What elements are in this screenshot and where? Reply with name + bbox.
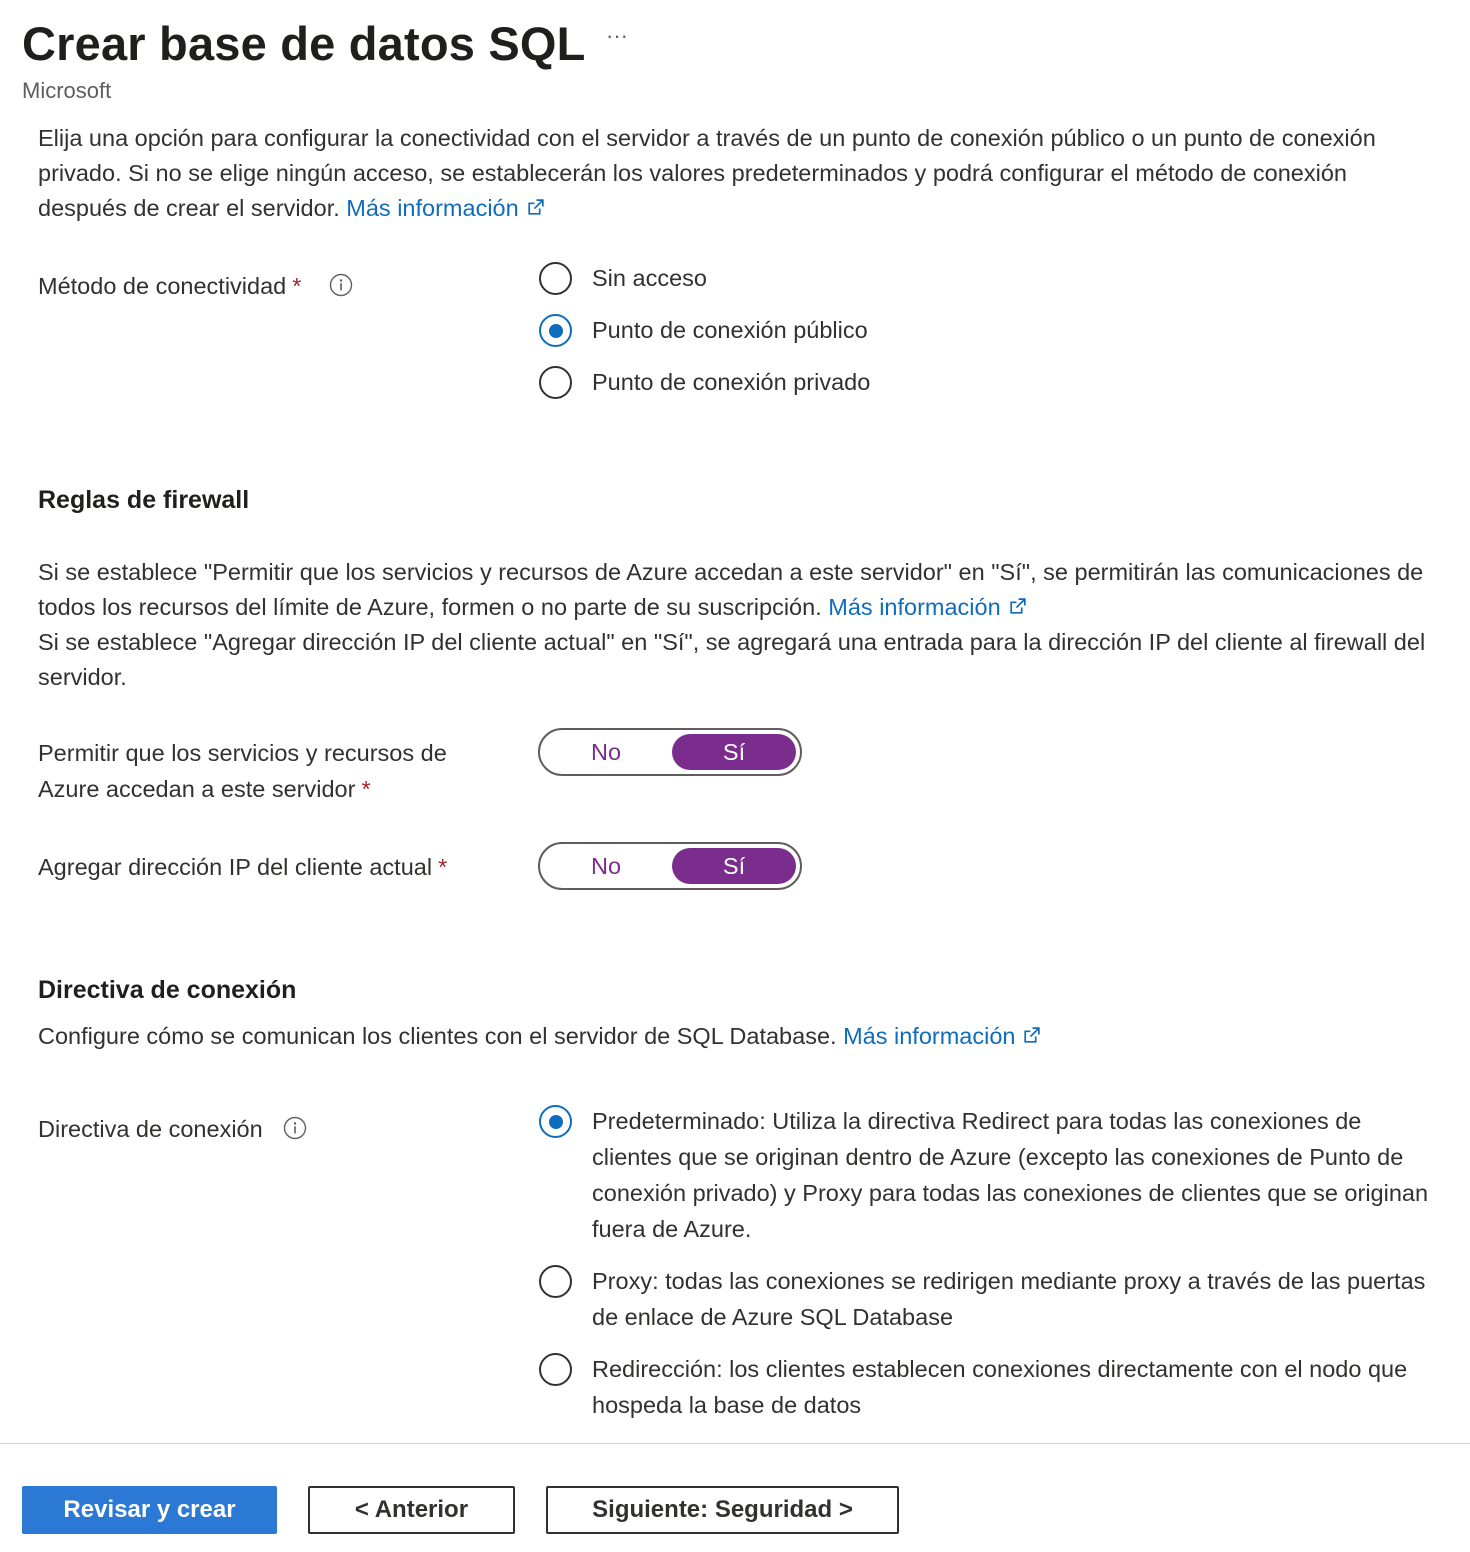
external-link-icon [528, 199, 544, 215]
firewall-learn-more-link[interactable]: Más información [828, 594, 1027, 620]
external-link-icon [1024, 1027, 1041, 1043]
toggle-option-yes[interactable]: Sí [672, 848, 796, 884]
radio-label: Punto de conexión privado [592, 369, 871, 395]
add-client-ip-label: Agregar dirección IP del cliente actual * [38, 849, 447, 885]
firewall-description: Si se establece "Permitir que los servic… [38, 555, 1438, 695]
radio-punto-conexion-publico[interactable]: Punto de conexión público [539, 314, 868, 348]
radio-policy-redirect[interactable]: Redirección: los clientes establecen con… [539, 1353, 1439, 1423]
info-icon[interactable] [283, 1116, 307, 1140]
toggle-option-no[interactable]: No [544, 734, 668, 770]
more-options-button[interactable]: ··· [600, 25, 634, 56]
radio-policy-proxy[interactable]: Proxy: todas las conexiones se redirigen… [539, 1265, 1439, 1335]
firewall-description-text-1: Si se establece "Permitir que los servic… [38, 559, 1424, 620]
toggle-option-no[interactable]: No [544, 848, 668, 884]
firewall-heading: Reglas de firewall [38, 486, 250, 514]
radio-label: Redirección: los clientes establecen con… [592, 1356, 1408, 1418]
connectivity-description: Elija una opción para configurar la cone… [38, 121, 1438, 226]
allow-azure-label-text: Permitir que los servicios y recursos de… [38, 740, 447, 802]
info-icon[interactable] [329, 273, 353, 297]
radio-label: Sin acceso [592, 265, 707, 291]
review-create-button[interactable]: Revisar y crear [22, 1486, 277, 1534]
radio-button-selected[interactable] [539, 1105, 572, 1138]
add-client-ip-toggle[interactable]: No Sí [538, 842, 802, 890]
radio-sin-acceso[interactable]: Sin acceso [539, 262, 707, 296]
connection-policy-learn-more-link[interactable]: Más información [843, 1023, 1042, 1049]
radio-label: Punto de conexión público [592, 317, 868, 343]
footer-divider [0, 1443, 1470, 1444]
radio-label: Predeterminado: Utiliza la directiva Red… [592, 1108, 1429, 1242]
radio-label: Proxy: todas las conexiones se redirigen… [592, 1268, 1426, 1330]
required-mark: * [438, 854, 448, 880]
connection-policy-label-text: Directiva de conexión [38, 1116, 263, 1142]
connection-policy-description-text: Configure cómo se comunican los clientes… [38, 1023, 837, 1049]
next-security-button[interactable]: Siguiente: Seguridad > [546, 1486, 899, 1534]
connection-policy-heading: Directiva de conexión [38, 976, 297, 1004]
radio-policy-default[interactable]: Predeterminado: Utiliza la directiva Red… [539, 1105, 1439, 1247]
connectivity-learn-more-link[interactable]: Más información [346, 195, 545, 221]
radio-button[interactable] [539, 366, 572, 399]
radio-button-selected[interactable] [539, 314, 572, 347]
page-subtitle: Microsoft [22, 78, 112, 103]
radio-button[interactable] [539, 1353, 572, 1386]
firewall-description-text-2: Si se establece "Agregar dirección IP de… [38, 629, 1426, 690]
connectivity-description-text: Elija una opción para configurar la cone… [38, 125, 1376, 221]
connectivity-method-label: Método de conectividad * [38, 268, 353, 304]
toggle-option-yes[interactable]: Sí [672, 734, 796, 770]
connection-policy-label: Directiva de conexión [38, 1111, 307, 1147]
required-mark: * [292, 273, 302, 299]
allow-azure-label: Permitir que los servicios y recursos de… [38, 735, 508, 807]
connection-policy-description: Configure cómo se comunican los clientes… [38, 1019, 1438, 1054]
required-mark: * [361, 776, 371, 802]
external-link-icon [1010, 598, 1026, 614]
radio-button[interactable] [539, 262, 572, 295]
radio-punto-conexion-privado[interactable]: Punto de conexión privado [539, 366, 870, 400]
page-title: Crear base de datos SQL [22, 17, 586, 70]
allow-azure-toggle[interactable]: No Sí [538, 728, 802, 776]
radio-button[interactable] [539, 1265, 572, 1298]
add-client-ip-label-text: Agregar dirección IP del cliente actual [38, 854, 433, 880]
connectivity-method-label-text: Método de conectividad [38, 273, 287, 299]
previous-button[interactable]: < Anterior [308, 1486, 515, 1534]
